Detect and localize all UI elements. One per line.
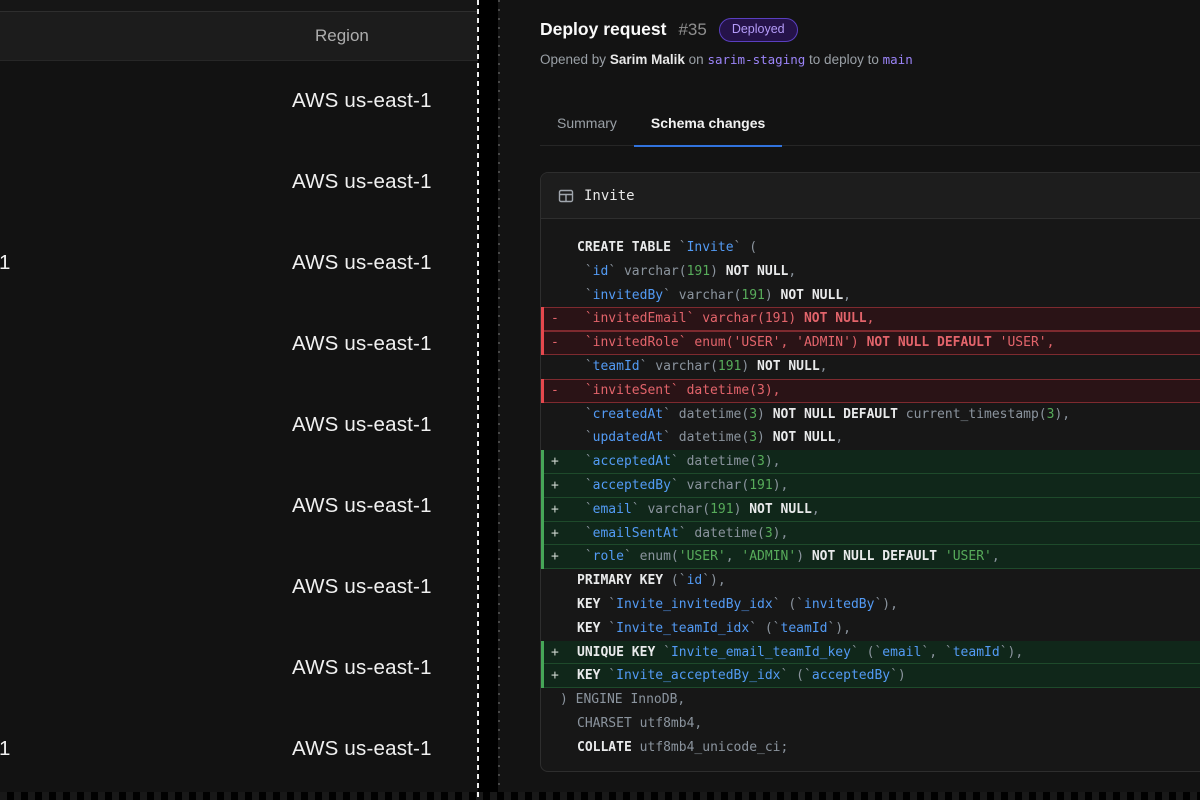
opened-by-text: Opened by bbox=[540, 52, 606, 67]
on-text: on bbox=[689, 52, 704, 67]
code-line-ctx: `id` varchar(191) NOT NULL, bbox=[541, 260, 1200, 284]
table-row[interactable]: AWS us-east-1 bbox=[0, 546, 478, 627]
clipped-left-cell-text: 1 bbox=[0, 737, 10, 761]
clipped-left-cell-text: 1 bbox=[0, 251, 10, 275]
region-cell: AWS us-east-1 bbox=[0, 494, 432, 518]
schema-diff-code: CREATE TABLE `Invite` ( `id` varchar(191… bbox=[541, 219, 1200, 771]
target-branch-link[interactable]: main bbox=[883, 52, 913, 67]
diff-sign: + bbox=[551, 450, 577, 474]
region-column-header: Region bbox=[0, 26, 369, 46]
diff-sign bbox=[551, 403, 577, 427]
table-icon bbox=[558, 188, 574, 204]
tear-dashed-divider bbox=[477, 0, 479, 800]
deploy-request-subtitle: Opened by Sarim Malik on sarim-staging t… bbox=[540, 52, 913, 67]
deploy-request-panel: Deploy request #35 Deployed Opened by Sa… bbox=[498, 0, 1200, 792]
code-line-add: +KEY `Invite_acceptedBy_idx` (`acceptedB… bbox=[541, 664, 1200, 688]
code-line-del: - `invitedRole` enum('USER', 'ADMIN') NO… bbox=[541, 331, 1200, 355]
region-cell: AWS us-east-1 bbox=[0, 656, 432, 680]
code-line-del: - `inviteSent` datetime(3), bbox=[541, 379, 1200, 403]
diff-sign bbox=[551, 569, 577, 593]
tab-schema-changes[interactable]: Schema changes bbox=[634, 109, 782, 147]
table-row[interactable]: AWS us-east-1 bbox=[0, 142, 478, 223]
diff-sign bbox=[551, 284, 577, 308]
tab-summary[interactable]: Summary bbox=[540, 109, 634, 145]
schema-diff-panel: Invite CREATE TABLE `Invite` ( `id` varc… bbox=[540, 172, 1200, 772]
diff-sign bbox=[551, 736, 577, 760]
author-name: Sarim Malik bbox=[610, 52, 685, 67]
diff-sign bbox=[551, 688, 560, 712]
code-line-ctx: KEY `Invite_invitedBy_idx` (`invitedBy`)… bbox=[541, 593, 1200, 617]
code-line-ctx: KEY `Invite_teamId_idx` (`teamId`), bbox=[541, 617, 1200, 641]
code-line-ctx: `updatedAt` datetime(3) NOT NULL, bbox=[541, 426, 1200, 450]
diff-sign bbox=[551, 426, 577, 450]
schema-table-header: Invite bbox=[541, 173, 1200, 219]
code-line-ctx: CHARSET utf8mb4, bbox=[541, 712, 1200, 736]
table-row[interactable]: AWS us-east-1 bbox=[0, 627, 478, 708]
region-cell: AWS us-east-1 bbox=[0, 413, 432, 437]
diff-sign bbox=[551, 712, 577, 736]
table-rows: AWS us-east-1AWS us-east-11AWS us-east-1… bbox=[0, 61, 478, 789]
tear-gap bbox=[479, 0, 498, 800]
code-line-add: + `emailSentAt` datetime(3), bbox=[541, 522, 1200, 546]
table-header-row: Region bbox=[0, 12, 478, 61]
schema-table-name: Invite bbox=[584, 188, 635, 204]
code-line-ctx: PRIMARY KEY (`id`), bbox=[541, 569, 1200, 593]
code-line-ctx: COLLATE utf8mb4_unicode_ci; bbox=[541, 736, 1200, 760]
diff-sign: + bbox=[551, 664, 577, 688]
diff-sign bbox=[551, 593, 577, 617]
table-row[interactable]: AWS us-east-1 bbox=[0, 61, 478, 142]
diff-sign: - bbox=[551, 331, 577, 355]
diff-sign: + bbox=[551, 474, 577, 498]
region-cell: AWS us-east-1 bbox=[0, 170, 432, 194]
diff-sign bbox=[551, 260, 577, 284]
page-title: Deploy request bbox=[540, 19, 666, 40]
diff-sign bbox=[551, 355, 577, 379]
code-line-ctx: `teamId` varchar(191) NOT NULL, bbox=[541, 355, 1200, 379]
regions-table-panel: Region AWS us-east-1AWS us-east-11AWS us… bbox=[0, 0, 478, 792]
code-line-add: +UNIQUE KEY `Invite_email_teamId_key` (`… bbox=[541, 641, 1200, 665]
source-branch-link[interactable]: sarim-staging bbox=[707, 52, 805, 67]
diff-sign bbox=[551, 617, 577, 641]
code-line-ctx: CREATE TABLE `Invite` ( bbox=[541, 236, 1200, 260]
table-top-strip bbox=[0, 0, 478, 12]
deploy-request-header: Deploy request #35 Deployed bbox=[540, 18, 798, 42]
region-cell: AWS us-east-1 bbox=[0, 575, 432, 599]
deploy-to-text: to deploy to bbox=[809, 52, 879, 67]
code-line-add: + `role` enum('USER', 'ADMIN') NOT NULL … bbox=[541, 545, 1200, 569]
code-line-ctx: `invitedBy` varchar(191) NOT NULL, bbox=[541, 284, 1200, 308]
diff-sign: + bbox=[551, 522, 577, 546]
diff-sign: + bbox=[551, 498, 577, 522]
table-row[interactable]: AWS us-east-1 bbox=[0, 304, 478, 385]
code-line-add: + `acceptedBy` varchar(191), bbox=[541, 474, 1200, 498]
diff-sign: + bbox=[551, 641, 577, 665]
diff-sign bbox=[551, 236, 577, 260]
status-badge: Deployed bbox=[719, 18, 798, 42]
tab-bar: SummarySchema changes bbox=[540, 109, 1200, 146]
region-cell: AWS us-east-1 bbox=[0, 89, 432, 113]
bottom-tear-strip bbox=[0, 792, 1200, 800]
region-cell: AWS us-east-1 bbox=[0, 251, 432, 275]
tear-edge-dashes bbox=[498, 0, 500, 792]
region-cell: AWS us-east-1 bbox=[0, 737, 432, 761]
table-row[interactable]: AWS us-east-1 bbox=[0, 465, 478, 546]
diff-sign: - bbox=[551, 307, 577, 331]
table-row[interactable]: 1AWS us-east-1 bbox=[0, 708, 478, 789]
region-cell: AWS us-east-1 bbox=[0, 332, 432, 356]
diff-sign: - bbox=[551, 379, 577, 403]
code-line-add: + `email` varchar(191) NOT NULL, bbox=[541, 498, 1200, 522]
code-line-add: + `acceptedAt` datetime(3), bbox=[541, 450, 1200, 474]
deploy-request-number: #35 bbox=[678, 20, 706, 40]
code-line-ctx: `createdAt` datetime(3) NOT NULL DEFAULT… bbox=[541, 403, 1200, 427]
code-line-del: - `invitedEmail` varchar(191) NOT NULL, bbox=[541, 307, 1200, 331]
table-row[interactable]: 1AWS us-east-1 bbox=[0, 223, 478, 304]
code-line-ctx: ) ENGINE InnoDB, bbox=[541, 688, 1200, 712]
diff-sign: + bbox=[551, 545, 577, 569]
table-row[interactable]: AWS us-east-1 bbox=[0, 385, 478, 466]
